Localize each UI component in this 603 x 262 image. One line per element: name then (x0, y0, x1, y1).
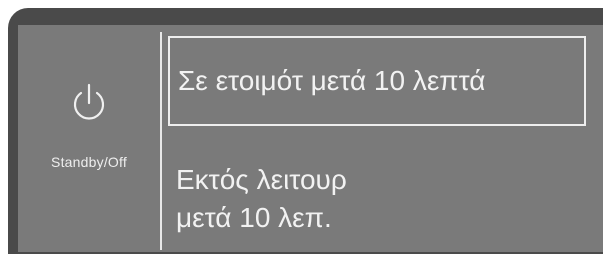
display-bezel: Standby/Off Σε ετοιμότ μετά 10 λεπτά Εκτ… (0, 0, 603, 262)
menu-item-off-after-10-min[interactable]: Εκτός λειτουρ μετά 10 λεπ. (176, 161, 586, 245)
power-icon (73, 83, 105, 120)
menu-item-label: Εκτός λειτουρ μετά 10 λεπ. (176, 164, 347, 233)
menu-item-standby-after-10-min[interactable]: Σε ετοιμότ μετά 10 λεπτά (168, 36, 586, 126)
menu-item-label: Σε ετοιμότ μετά 10 λεπτά (178, 65, 486, 96)
standby-off-label: Standby/Off (51, 154, 127, 170)
standby-off-button[interactable]: Standby/Off (18, 25, 160, 252)
menu-divider (160, 32, 162, 250)
